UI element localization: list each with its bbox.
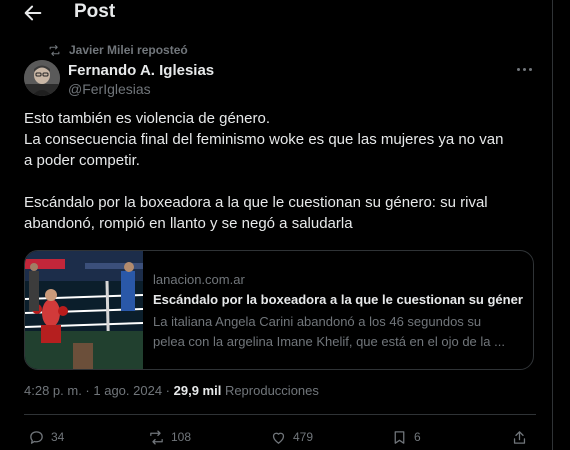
tweet-line: La consecuencia final del feminismo woke… [24, 131, 504, 148]
card-description-line: pelea con la argelina Imane Khelif, que … [153, 334, 505, 349]
reply-count: 34 [51, 430, 65, 444]
repost-icon [49, 44, 60, 56]
dot-icon [528, 67, 532, 71]
card-domain: lanacion.com.ar [153, 272, 245, 287]
views-count: 29,9 mil [173, 383, 222, 398]
card-title: Escándalo por la boxeadora a la que le c… [153, 292, 523, 307]
bookmark-button[interactable]: 6 [391, 427, 421, 447]
back-button[interactable] [22, 2, 46, 24]
like-button[interactable]: 479 [270, 427, 313, 447]
divider [24, 414, 536, 415]
tweet-text: Esto también es violencia de género. La … [24, 108, 534, 234]
tweet-meta: 4:28 p. m. · 1 ago. 2024 · 29,9 mil Repr… [24, 383, 319, 398]
meta-separator: · [81, 383, 94, 398]
bookmark-icon [394, 430, 405, 444]
page-title: Post [74, 1, 116, 22]
like-count: 479 [293, 430, 314, 444]
share-button[interactable] [511, 427, 528, 447]
repost-banner[interactable]: Javier Milei reposteó [48, 42, 188, 58]
repost-count: 108 [171, 430, 192, 444]
repost-icon [150, 429, 163, 445]
link-preview-card[interactable]: lanacion.com.ar Escándalo por la boxeado… [24, 250, 534, 370]
heart-icon [272, 432, 285, 444]
tweet-line: a poder competir. [24, 152, 140, 169]
dot-icon [522, 67, 526, 71]
more-options-button[interactable] [513, 60, 535, 78]
dot-icon [516, 67, 520, 71]
meta-separator: · [162, 383, 174, 398]
post-date[interactable]: 1 ago. 2024 [93, 383, 162, 398]
column-border [552, 0, 553, 450]
author-handle[interactable]: @FerIglesias [68, 81, 151, 97]
tweet-line: Escándalo por la boxeadora a la que le c… [24, 194, 488, 211]
card-thumbnail-image [25, 251, 143, 369]
header: Post [0, 0, 552, 26]
bookmark-count: 6 [414, 430, 421, 444]
tweet-line: abandonó, rompió en llanto y se negó a s… [24, 215, 353, 232]
share-icon [513, 430, 526, 444]
views-label: Reproducciones [221, 383, 319, 398]
card-description-line: La italiana Angela Carini abandonó a los… [153, 314, 482, 329]
tweet-line: Esto también es violencia de género. [24, 110, 270, 127]
avatar[interactable] [24, 60, 60, 96]
repost-banner-text: Javier Milei reposteó [69, 43, 188, 57]
arrow-left-icon [24, 5, 42, 21]
card-description: La italiana Angela Carini abandonó a los… [153, 312, 523, 352]
repost-button[interactable]: 108 [148, 427, 191, 447]
avatar-image [24, 60, 60, 96]
post-time[interactable]: 4:28 p. m. [24, 383, 82, 398]
reply-icon [30, 430, 43, 444]
reply-button[interactable]: 34 [28, 427, 64, 447]
author-name[interactable]: Fernando A. Iglesias [68, 62, 214, 79]
